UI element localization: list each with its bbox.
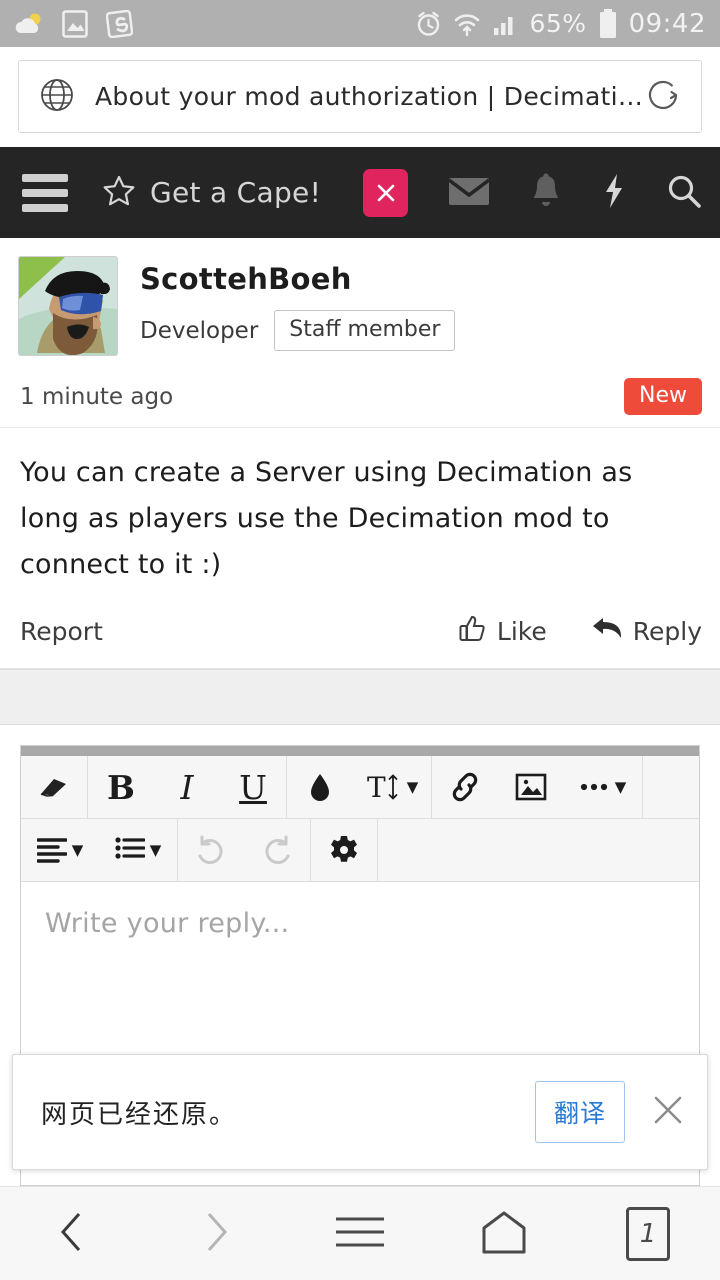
underline-icon[interactable]: U	[220, 756, 286, 818]
gallery-photo-icon	[62, 9, 88, 38]
list-icon[interactable]: ▼	[99, 819, 177, 881]
battery-icon	[598, 8, 618, 39]
undo-icon[interactable]	[178, 819, 244, 881]
star-icon	[102, 174, 136, 212]
bell-icon[interactable]	[530, 172, 562, 213]
chevron-down-icon: ▼	[614, 777, 627, 796]
hamburger-menu-icon	[334, 1215, 386, 1253]
translate-infobar: 网页已经还原。 翻译	[12, 1054, 708, 1170]
font-size-icon[interactable]: T ▼	[353, 756, 431, 818]
site-navbar: Get a Cape!	[0, 147, 720, 238]
forward-button[interactable]	[144, 1187, 288, 1280]
clock-label: 09:42	[628, 8, 706, 39]
more-options-icon[interactable]: ▼	[564, 756, 642, 818]
reply-label: Reply	[632, 616, 702, 646]
reply-arrow-icon	[591, 615, 623, 647]
translate-message: 网页已经还原。	[41, 1099, 238, 1130]
post-timestamp: 1 minute ago	[20, 383, 174, 410]
hamburger-menu-icon[interactable]	[22, 173, 68, 212]
battery-percent-label: 65%	[529, 9, 587, 38]
report-button[interactable]: Report	[20, 617, 103, 646]
wifi-icon	[453, 11, 481, 37]
report-label: Report	[20, 616, 103, 646]
chevron-down-icon: ▼	[406, 777, 419, 796]
home-button[interactable]	[432, 1187, 576, 1280]
weather-cloud-sun-icon	[14, 11, 44, 37]
align-icon[interactable]: ▼	[21, 819, 99, 881]
forum-post: ScottehBoeh Developer Staff member 1 min…	[0, 238, 720, 669]
new-badge: New	[624, 378, 702, 415]
cellular-signal-icon	[492, 12, 518, 36]
close-notice-button[interactable]	[363, 168, 409, 217]
bold-icon[interactable]: B	[88, 756, 154, 818]
search-icon[interactable]	[666, 173, 702, 213]
phone-screen: 65% 09:42 About your mod authorization |…	[0, 0, 720, 1280]
page-title: About your mod authorization | Decimatio…	[95, 82, 643, 111]
forward-chevron-icon	[199, 1210, 233, 1258]
image-icon[interactable]	[498, 756, 564, 818]
browser-toolbar: About your mod authorization | Decimatio…	[0, 47, 720, 147]
back-chevron-icon	[55, 1210, 89, 1258]
settings-gear-icon[interactable]	[311, 819, 377, 881]
italic-icon[interactable]: I	[154, 756, 220, 818]
post-header: ScottehBoeh Developer Staff member	[0, 238, 720, 372]
spacer	[0, 725, 720, 745]
editor-toolbar-row-1: B I U T ▼ ▼	[21, 756, 699, 819]
alarm-clock-icon	[415, 10, 442, 38]
chevron-down-icon: ▼	[149, 840, 162, 859]
svg-text:T: T	[367, 771, 386, 803]
lightning-bolt-icon[interactable]	[602, 173, 626, 213]
text-color-icon[interactable]	[287, 756, 353, 818]
browser-menu-button[interactable]	[288, 1187, 432, 1280]
staff-badge: Staff member	[274, 310, 456, 351]
reload-icon[interactable]	[643, 75, 683, 119]
post-body: You can create a Server using Decimation…	[20, 457, 633, 580]
translate-button[interactable]: 翻译	[534, 1081, 625, 1143]
reply-button[interactable]: Reply	[591, 615, 702, 647]
globe-icon	[39, 77, 75, 117]
back-button[interactable]	[0, 1187, 144, 1280]
address-bar[interactable]: About your mod authorization | Decimatio…	[18, 60, 702, 133]
editor-drag-handle[interactable]	[21, 746, 699, 756]
envelope-icon[interactable]	[447, 175, 491, 211]
like-button[interactable]: Like	[459, 614, 547, 648]
get-a-cape-link[interactable]: Get a Cape!	[102, 174, 321, 212]
get-a-cape-label: Get a Cape!	[150, 176, 322, 209]
post-meta-row: 1 minute ago New	[0, 372, 720, 428]
section-separator	[0, 669, 720, 725]
thumbs-up-icon	[459, 614, 487, 648]
poster-info: ScottehBoeh Developer Staff member	[140, 256, 456, 351]
editor-toolbar-row-2: ▼ ▼	[21, 819, 699, 882]
status-bar: 65% 09:42	[0, 0, 720, 47]
browser-bottom-nav: 1	[0, 1186, 720, 1280]
chevron-down-icon: ▼	[71, 840, 84, 859]
sogou-app-icon	[106, 9, 133, 38]
redo-icon[interactable]	[244, 819, 310, 881]
author-name[interactable]: ScottehBoeh	[140, 262, 455, 296]
avatar[interactable]	[18, 256, 118, 356]
close-icon[interactable]	[651, 1093, 685, 1131]
remove-format-icon[interactable]	[21, 756, 87, 818]
like-label: Like	[496, 616, 547, 646]
tab-count-label: 1	[626, 1206, 670, 1261]
author-role: Developer	[140, 317, 259, 344]
tabs-button[interactable]: 1	[576, 1187, 720, 1280]
post-actions: Report Like Reply	[0, 600, 720, 668]
link-icon[interactable]	[432, 756, 498, 818]
home-icon	[479, 1210, 529, 1258]
